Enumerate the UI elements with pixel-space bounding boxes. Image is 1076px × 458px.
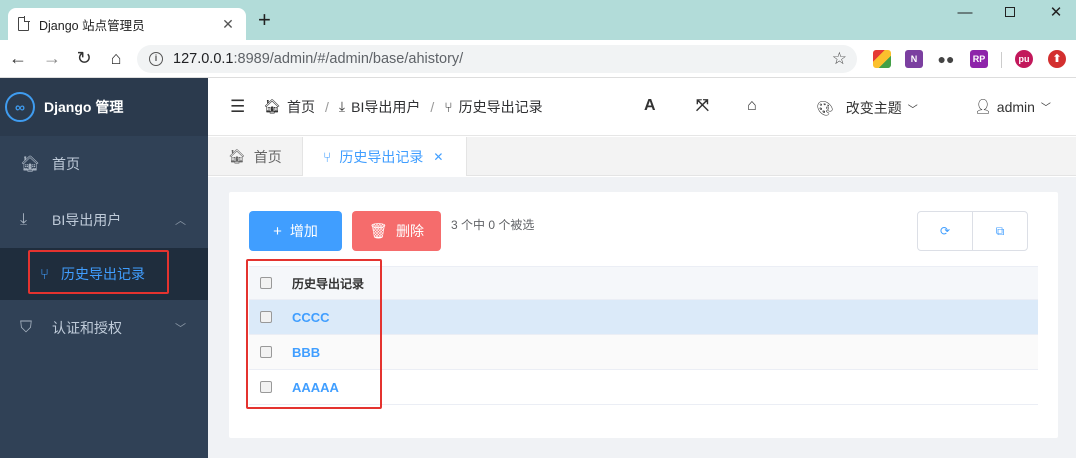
forward-arrow-icon[interactable]: → — [41, 47, 63, 69]
extension-color-icon[interactable] — [873, 50, 891, 68]
sidebar-item-export-history[interactable]: ⑂ 历史导出记录 — [0, 248, 208, 300]
chevron-down-icon: ﹀ — [907, 104, 918, 116]
menu-toggle-icon[interactable]: ☰ — [230, 97, 245, 117]
back-arrow-icon[interactable]: ← — [7, 47, 29, 69]
extension-balls-icon[interactable]: ●● — [937, 50, 955, 68]
username: admin — [996, 98, 1035, 115]
results-table: 历史导出记录 CCCC BBB AAAAA — [249, 266, 1038, 405]
tab-export-history[interactable]: ⑂ 历史导出记录 ✕ — [303, 137, 467, 176]
sidebar-item-label: 认证和授权 — [52, 320, 122, 336]
url-host: 127.0.0.1 — [173, 51, 234, 67]
fullscreen-icon[interactable]: ⤧ — [696, 97, 709, 115]
top-header: ☰ 🏠︎ 首页 / ⤓ BI导出用户 / ⑂ 历史导出记录 A ⤧ ⌂ 🎨︎ 改… — [208, 78, 1076, 136]
tab-label: 首页 — [253, 148, 282, 165]
row-link[interactable]: BBB — [292, 345, 320, 360]
home-icon: 🏠︎ — [228, 148, 246, 164]
breadcrumb-item[interactable]: 首页 — [287, 97, 315, 117]
download-icon: ⤓ — [20, 211, 28, 228]
selection-info: 3 个中 0 个被选 — [451, 218, 535, 232]
extension-pu-icon[interactable]: pu — [1015, 50, 1033, 68]
sidebar: ∞ Django 管理 🏠︎ 首页 ⤓ BI导出用户 ︿ ⑂ 历史导出记录 ⛉ … — [0, 78, 208, 458]
browser-toolbar: ← → ↻ ⌂ i 127.0.0.1:8989/admin/#/admin/b… — [0, 40, 1076, 78]
home-icon[interactable]: ⌂ — [105, 47, 127, 69]
column-header[interactable]: 历史导出记录 — [292, 275, 364, 292]
breadcrumb-item: 历史导出记录 — [458, 98, 543, 115]
add-button[interactable]: + 增加 — [249, 211, 342, 251]
branch-icon: ⑂ — [40, 265, 50, 283]
tab-home[interactable]: 🏠︎ 首页 — [208, 137, 303, 176]
close-window-button[interactable]: ✕ — [1033, 4, 1076, 22]
delete-button[interactable]: 🗑︎ 删除 — [352, 211, 441, 251]
browser-tab-title: Django 站点管理员 — [39, 18, 145, 33]
browser-tab[interactable]: Django 站点管理员 ✕ — [8, 8, 246, 40]
table-row: BBB — [249, 335, 1038, 370]
font-size-icon[interactable]: A — [644, 97, 656, 115]
row-link[interactable]: CCCC — [292, 310, 330, 325]
row-checkbox[interactable] — [260, 311, 272, 323]
address-bar[interactable]: i 127.0.0.1:8989/admin/#/admin/base/ahis… — [137, 45, 857, 73]
chevron-down-icon: ﹀ — [1040, 103, 1051, 114]
branch-icon: ⑂ — [444, 98, 453, 115]
sidebar-item-home[interactable]: 🏠︎ 首页 — [0, 136, 208, 192]
table-row: AAAAA — [249, 370, 1038, 405]
page-icon — [18, 16, 30, 31]
theme-label: 改变主题 — [845, 100, 902, 116]
maximize-button[interactable] — [987, 4, 1033, 22]
change-theme-dropdown[interactable]: 🎨︎ 改变主题 ﹀ — [816, 98, 918, 118]
shield-icon: ⛉ — [20, 319, 33, 336]
add-button-label: 增加 — [289, 223, 318, 239]
sidebar-item-bi-export-users[interactable]: ⤓ BI导出用户 ︿ — [0, 192, 208, 248]
url-path: :8989/admin/#/admin/base/ahistory/ — [233, 51, 464, 67]
breadcrumb-separator: / — [325, 98, 329, 115]
sidebar-item-label: BI导出用户 — [52, 212, 122, 228]
close-tab-icon[interactable]: ✕ — [220, 16, 236, 33]
extension-onenote-icon[interactable]: N — [905, 50, 923, 68]
page-tabs: 🏠︎ 首页 ⑂ 历史导出记录 ✕ — [208, 137, 1076, 176]
home-icon: 🏠︎ — [263, 98, 282, 114]
sidebar-item-label: 历史导出记录 — [61, 266, 146, 282]
user-dropdown[interactable]: 👤︎ admin ﹀ — [974, 98, 1051, 115]
refresh-icon[interactable]: ⟳ — [918, 212, 972, 250]
bookmark-star-icon[interactable]: ☆ — [832, 49, 847, 69]
toolbar-divider — [1001, 52, 1002, 68]
infinity-logo-icon: ∞ — [5, 92, 35, 122]
row-checkbox[interactable] — [260, 346, 272, 358]
browser-tab-strip: Django 站点管理员 ✕ + — ✕ — [0, 0, 1076, 40]
breadcrumb-separator: / — [430, 98, 435, 115]
home-icon[interactable]: ⌂ — [747, 97, 757, 115]
palette-icon: 🎨︎ — [816, 99, 834, 116]
home-icon: 🏠︎ — [20, 156, 41, 173]
table-row: CCCC — [249, 300, 1038, 335]
row-checkbox[interactable] — [260, 381, 272, 393]
close-icon[interactable]: ✕ — [433, 150, 443, 164]
branch-icon: ⑂ — [323, 148, 332, 165]
user-icon: 👤︎ — [974, 98, 992, 114]
select-all-checkbox[interactable] — [260, 277, 272, 289]
sidebar-item-label: 首页 — [52, 156, 80, 172]
brand-title: Django 管理 — [44, 99, 124, 115]
minimize-button[interactable]: — — [942, 4, 988, 22]
breadcrumb: 🏠︎ 首页 / ⤓ BI导出用户 / ⑂ 历史导出记录 — [263, 97, 542, 117]
table-tools: ⟳ ⧉ — [917, 211, 1028, 251]
chevron-up-icon: ︿ — [175, 215, 186, 227]
extension-upload-icon[interactable]: ⬆ — [1048, 50, 1066, 68]
site-info-icon[interactable]: i — [149, 52, 163, 66]
row-link[interactable]: AAAAA — [292, 380, 339, 395]
plus-icon: + — [273, 222, 282, 240]
table-header-row: 历史导出记录 — [249, 266, 1038, 300]
maximize-icon — [1005, 7, 1015, 17]
reload-icon[interactable]: ↻ — [73, 47, 95, 69]
extension-rp-icon[interactable]: RP — [970, 50, 988, 68]
brand: ∞ Django 管理 — [0, 78, 208, 136]
chevron-down-icon: ﹀ — [175, 323, 186, 335]
delete-button-label: 删除 — [396, 223, 425, 239]
trash-icon: 🗑︎ — [368, 223, 389, 240]
breadcrumb-item[interactable]: BI导出用户 — [351, 97, 420, 117]
new-tab-button[interactable]: + — [258, 9, 271, 31]
sidebar-item-auth[interactable]: ⛉ 认证和授权 ﹀ — [0, 300, 208, 356]
export-icon[interactable]: ⧉ — [972, 212, 1027, 250]
download-icon: ⤓ — [338, 98, 346, 114]
tab-label: 历史导出记录 — [339, 148, 424, 165]
